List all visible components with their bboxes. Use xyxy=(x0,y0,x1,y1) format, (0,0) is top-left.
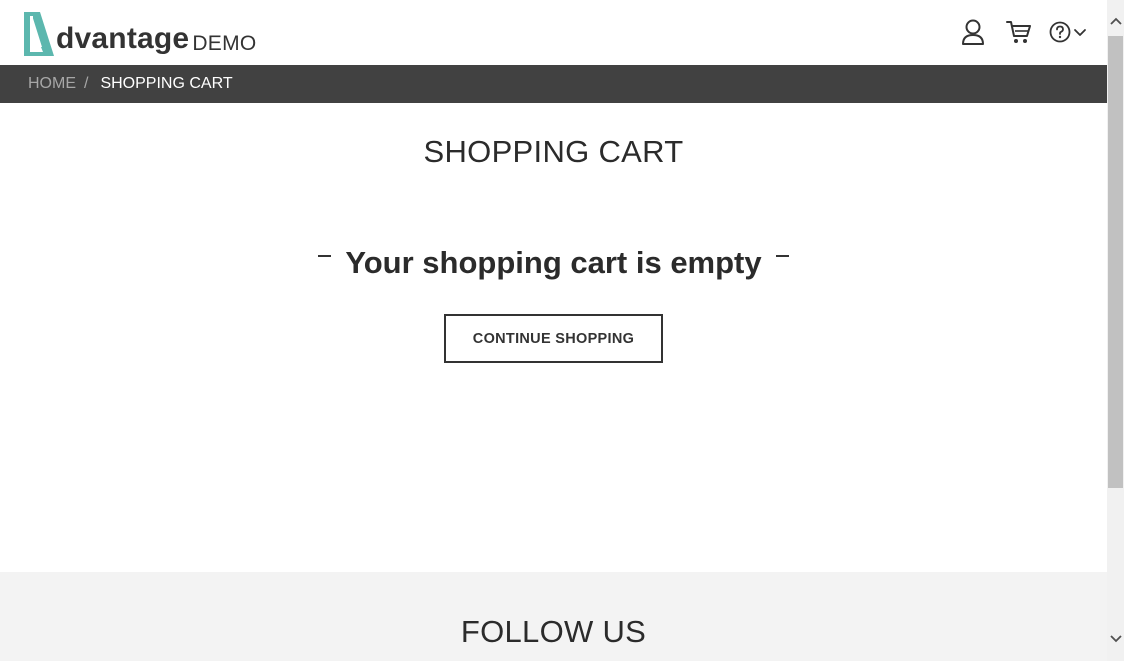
empty-cart-message: Your shopping cart is empty xyxy=(0,245,1107,281)
page-title: SHOPPING CART xyxy=(423,134,684,169)
breadcrumb: HOME / SHOPPING CART xyxy=(0,65,1107,103)
logo[interactable]: dvantage DEMO xyxy=(22,9,257,57)
header: dvantage DEMO xyxy=(0,0,1107,65)
scrollbar[interactable] xyxy=(1107,0,1124,661)
left-dash xyxy=(318,255,332,257)
logo-demo-label: DEMO xyxy=(192,32,257,55)
right-dash xyxy=(775,255,789,257)
continue-shopping-button[interactable]: CONTINUE SHOPPING xyxy=(444,314,663,363)
logo-a-icon xyxy=(24,12,54,56)
user-icon[interactable] xyxy=(959,18,987,46)
footer: FOLLOW US xyxy=(0,572,1107,661)
cart-icon[interactable] xyxy=(1005,18,1033,46)
follow-us-title: FOLLOW US xyxy=(460,614,647,649)
breadcrumb-home-link[interactable]: HOME xyxy=(28,75,76,93)
help-menu[interactable] xyxy=(1049,21,1087,43)
header-icons xyxy=(941,18,1087,46)
help-icon xyxy=(1049,21,1071,43)
empty-cart-text: Your shopping cart is empty xyxy=(345,245,762,280)
logo-wordmark: dvantage xyxy=(56,22,190,55)
scrollbar-thumb[interactable] xyxy=(1108,36,1123,488)
breadcrumb-current: SHOPPING CART xyxy=(100,75,233,92)
scroll-up-icon[interactable] xyxy=(1107,12,1124,29)
breadcrumb-separator: / xyxy=(84,75,89,92)
chevron-down-icon xyxy=(1074,29,1086,36)
scroll-down-icon[interactable] xyxy=(1107,630,1124,647)
page: dvantage DEMO HOME / SHOPPING CART SHOPP… xyxy=(0,0,1107,661)
